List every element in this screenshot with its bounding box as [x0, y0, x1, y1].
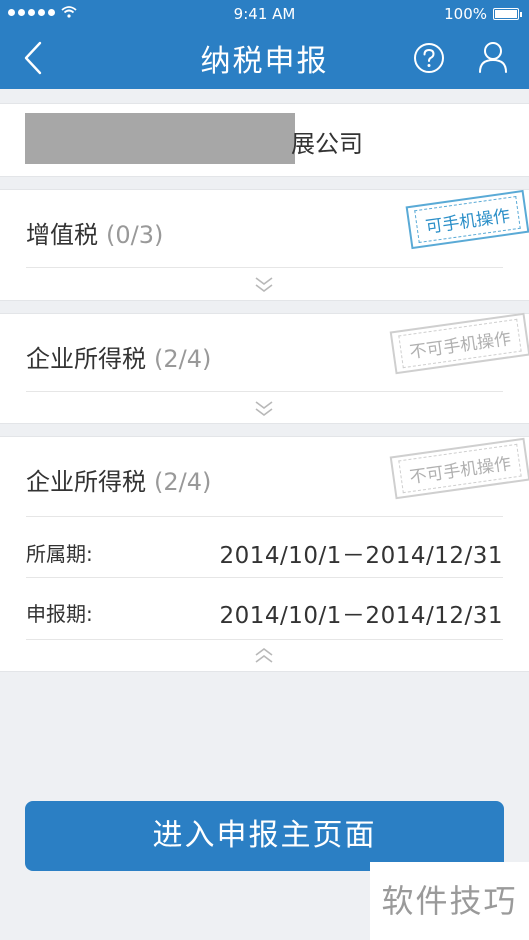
chevron-down-icon[interactable]	[252, 275, 276, 295]
tax-card-corporate-income-expanded[interactable]: 企业所得税 (2/4) 不可手机操作 所属期: 2014/10/1－2014/12…	[0, 436, 529, 672]
tax-count: (2/4)	[154, 468, 212, 496]
card-divider	[26, 516, 503, 517]
company-row: 展公司	[0, 103, 529, 177]
redacted-company-name	[25, 113, 295, 164]
battery-icon	[493, 8, 522, 20]
company-name: 展公司	[291, 130, 363, 158]
not-mobile-operable-stamp: 不可手机操作	[389, 312, 529, 375]
help-button[interactable]	[413, 42, 445, 74]
period-row: 所属期: 2014/10/1－2014/12/31	[26, 538, 503, 569]
tax-card-corporate-income[interactable]: 企业所得税 (2/4) 不可手机操作	[0, 312, 529, 424]
card-divider	[26, 639, 503, 640]
enter-filing-main-button[interactable]: 进入申报主页面	[25, 801, 504, 871]
not-mobile-operable-stamp: 不可手机操作	[389, 437, 529, 500]
tax-name: 企业所得税	[26, 345, 146, 373]
app-header: 9:41 AM 100% 纳税申报	[0, 0, 529, 89]
period-label: 所属期:	[26, 542, 93, 566]
back-button[interactable]	[20, 40, 50, 76]
card-divider	[26, 267, 503, 268]
period-value: 2014/10/1－2014/12/31	[219, 543, 503, 569]
status-bar: 9:41 AM 100%	[0, 0, 529, 30]
watermark-text: 软件技巧	[370, 862, 529, 940]
chevron-up-icon[interactable]	[252, 645, 276, 665]
card-divider	[26, 577, 503, 578]
tax-card-title: 企业所得税 (2/4)	[26, 462, 211, 497]
tax-name: 企业所得税	[26, 468, 146, 496]
mobile-operable-stamp: 可手机操作	[405, 189, 529, 250]
tax-count: (0/3)	[106, 221, 164, 249]
card-divider	[26, 391, 503, 392]
tax-card-title: 增值税 (0/3)	[26, 215, 163, 250]
chevron-down-icon[interactable]	[252, 399, 276, 419]
battery-percent: 100%	[444, 5, 487, 23]
filing-period-row: 申报期: 2014/10/1－2014/12/31	[26, 598, 503, 629]
tax-count: (2/4)	[154, 345, 212, 373]
filing-period-value: 2014/10/1－2014/12/31	[219, 603, 503, 629]
tax-card-title: 企业所得税 (2/4)	[26, 339, 211, 374]
tax-card-vat[interactable]: 增值税 (0/3) 可手机操作	[0, 189, 529, 301]
page-title: 纳税申报	[200, 44, 329, 79]
tax-name: 增值税	[26, 221, 98, 249]
battery-status: 100%	[444, 5, 522, 23]
filing-period-label: 申报期:	[26, 602, 93, 626]
nav-bar: 纳税申报	[0, 28, 529, 86]
user-button[interactable]	[477, 40, 509, 74]
